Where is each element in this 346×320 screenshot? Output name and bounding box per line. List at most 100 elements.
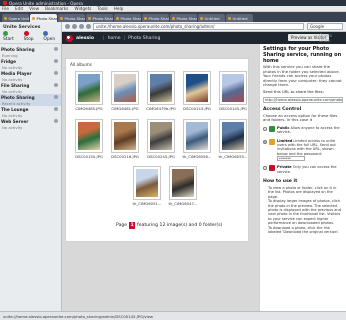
photo-frame — [219, 71, 247, 105]
share-url-field[interactable]: http://home.alessio.operaunite.com/photo… — [263, 96, 343, 103]
photo-image — [78, 74, 100, 102]
menu-help[interactable]: Help — [114, 6, 124, 11]
user-name[interactable]: alessio — [76, 36, 94, 41]
tab-bar: Opera Unite Photo Sharing Photo Sharing Pho… — [0, 12, 346, 22]
open-button[interactable]: Open — [43, 31, 61, 42]
tab-label: Photo Sharing — [148, 15, 170, 21]
photo-filename: th_CIMG6051... — [132, 201, 162, 206]
service-item[interactable]: No activity — [0, 124, 61, 130]
photo-thumbnail[interactable]: DSC00150.JPG — [72, 119, 106, 161]
access-level-icon — [269, 125, 275, 132]
service-list: Photo Sharing Running Fridge No activity Med… — [0, 46, 61, 130]
photo-thumbnail[interactable]: DSC00143.JPG — [180, 71, 214, 113]
radio-button[interactable] — [263, 166, 267, 171]
access-option-text: Public Allow anyone to access the servic… — [277, 125, 340, 135]
password-field[interactable]: ******* — [277, 156, 305, 162]
back-icon[interactable] — [65, 24, 70, 29]
tab-7[interactable]: Untitled — [198, 14, 225, 22]
menu-widgets[interactable]: Widgets — [74, 6, 91, 11]
photo-thumbnail[interactable]: th_CIMG6047... — [166, 166, 200, 208]
share-url-label: Send this URL to share the files: — [263, 88, 324, 94]
photo-thumbnail[interactable]: th_CIMG6056... — [180, 119, 214, 161]
tab-0[interactable]: Opera Unite — [2, 14, 29, 22]
photo-image — [186, 122, 208, 150]
photo-frame — [183, 119, 211, 153]
photo-thumbnail[interactable]: CIMG6485.JPG — [72, 71, 106, 113]
photo-thumbnail[interactable]: th_CIMG6051... — [130, 166, 164, 208]
photo-filename: DSC00145.JPG — [219, 106, 247, 111]
breadcrumb-home[interactable]: home — [108, 36, 121, 41]
reload-icon[interactable] — [79, 24, 84, 29]
stop-button[interactable]: Stop — [23, 31, 40, 42]
photo-frame — [75, 71, 103, 105]
home-icon[interactable] — [86, 24, 91, 29]
photo-image — [136, 169, 158, 197]
tab-label: Photo Sharing — [120, 15, 142, 21]
search-input[interactable]: Google — [307, 23, 343, 30]
tab-favicon-icon — [200, 16, 203, 20]
breadcrumb-service[interactable]: Photo Sharing — [128, 36, 160, 41]
photo-image — [186, 74, 208, 102]
settings-title: Settings for your Photo Sharing service,… — [263, 46, 342, 64]
radio-button[interactable] — [263, 139, 267, 144]
service-status-icon — [54, 107, 58, 111]
page-number-button[interactable]: 1 — [129, 222, 136, 229]
settings-intro: With this service you can share the phot… — [263, 64, 342, 88]
tab-label: Photo Sharing — [92, 15, 114, 21]
tab-8[interactable]: Untitled — [226, 14, 253, 22]
settings-panel: Settings for your Photo Sharing service,… — [259, 44, 346, 311]
photo-frame — [75, 119, 103, 153]
panel-divider — [0, 43, 61, 44]
tab-4[interactable]: Photo Sharing — [114, 14, 141, 22]
photo-filename: DSC00143.JPG — [183, 106, 211, 111]
forward-icon[interactable] — [72, 24, 77, 29]
tab-6[interactable]: Photo Sharing — [170, 14, 197, 22]
tab-5[interactable]: Photo Sharing — [142, 14, 169, 22]
photo-thumbnail[interactable]: CIMG6481.JPG — [108, 71, 142, 113]
tab-label: Photo Sharing — [36, 15, 58, 21]
photo-image — [114, 122, 136, 150]
photo-thumbnail[interactable]: DSC00216.JPG — [108, 119, 142, 161]
album-label[interactable]: All albums — [70, 62, 92, 67]
start-button[interactable]: Start — [3, 31, 20, 42]
photo-thumbnail[interactable]: th_CIMG6055... — [216, 119, 250, 161]
menu-file[interactable]: File — [2, 6, 9, 11]
radio-button[interactable] — [263, 126, 267, 131]
opera-unite-logo-icon — [66, 34, 73, 42]
tab-favicon-icon — [116, 16, 119, 20]
access-option-limited[interactable]: Limited Limited access to unite users wi… — [260, 137, 346, 164]
photo-thumbnail[interactable]: DSC00145.JPG — [216, 71, 250, 113]
tab-label: Untitled — [232, 15, 248, 21]
status-bar: unite://home.alessio.operaunite.com/phot… — [0, 311, 346, 320]
photo-thumbnail[interactable]: CIMG6479b.JPG — [144, 71, 178, 113]
menu-tools[interactable]: Tools — [97, 6, 107, 11]
access-option-private[interactable]: Private Only you can access the service. — [260, 163, 346, 176]
url-field[interactable]: unite://home.alessio.operaunite.com/phot… — [93, 23, 304, 30]
access-options: Public Allow anyone to access the servic… — [260, 124, 346, 176]
access-option-public[interactable]: Public Allow anyone to access the servic… — [260, 124, 346, 137]
photo-frame — [183, 71, 211, 105]
tab-favicon-icon — [172, 16, 175, 20]
tab-2[interactable]: Photo Sharing — [58, 14, 85, 22]
tab-label: Photo Sharing — [64, 15, 86, 21]
access-level-icon — [269, 138, 275, 145]
menu-view[interactable]: View — [29, 6, 39, 11]
photo-filename: th_CIMG6056... — [182, 154, 212, 159]
open-icon — [43, 31, 49, 36]
access-control-heading: Access Control — [263, 106, 302, 112]
photo-frame — [147, 119, 175, 153]
access-control-hint: Choose an access option for these files … — [263, 112, 338, 123]
brand-label: Opera Unite — [319, 32, 332, 43]
photo-image — [150, 74, 172, 102]
menu-edit[interactable]: Edit — [15, 6, 23, 11]
unite-page-header: alessio | home | Photo Sharing Preview a… — [62, 32, 346, 44]
tab-1[interactable]: Photo Sharing — [30, 14, 57, 22]
how-to-list: To view a photo or folder, click on it i… — [260, 185, 346, 235]
tab-3[interactable]: Photo Sharing — [86, 14, 113, 22]
service-status-icon — [54, 47, 58, 51]
photo-filename: CIMG6479b.JPG — [146, 106, 176, 111]
photo-thumbnail[interactable]: DSC00245.JPG — [144, 119, 178, 161]
menu-bookmarks[interactable]: Bookmarks — [45, 6, 68, 11]
photo-filename: DSC00216.JPG — [111, 154, 139, 159]
tab-favicon-icon — [4, 16, 7, 20]
